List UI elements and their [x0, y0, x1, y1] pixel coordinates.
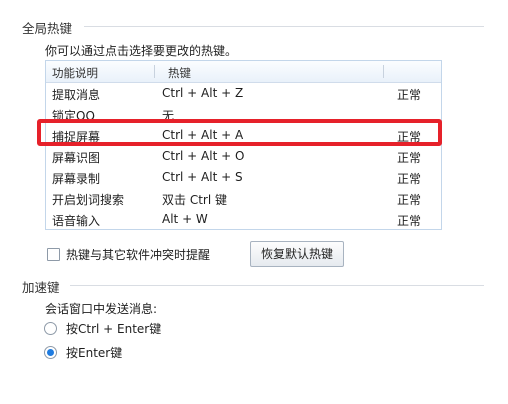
- row-hotkey: 双击 Ctrl 键: [162, 193, 227, 207]
- row-function: 语音输入: [52, 214, 101, 228]
- hotkeys-section-title: 全局热键: [22, 21, 73, 36]
- row-status: 正常: [397, 151, 422, 165]
- row-hotkey: Ctrl + Alt + Z: [162, 86, 244, 100]
- row-status: 正常: [397, 88, 422, 102]
- row-status: 正常: [397, 214, 422, 228]
- row-hotkey: Ctrl + Alt + O: [162, 149, 245, 163]
- hotkeys-intro-text: 你可以通过点击选择要更改的热键。: [45, 44, 238, 58]
- column-separator[interactable]: [383, 65, 384, 78]
- hotkeys-section-divider: [84, 26, 484, 27]
- send-message-label: 会话窗口中发送消息:: [45, 302, 158, 316]
- table-row[interactable]: 提取消息 Ctrl + Alt + Z 正常: [46, 83, 441, 104]
- row-status: 正常: [397, 172, 422, 186]
- accelerator-section-divider: [70, 285, 484, 286]
- restore-default-hotkeys-button[interactable]: 恢复默认热键: [250, 241, 344, 267]
- column-header-hotkey[interactable]: 热键: [168, 65, 191, 81]
- row-function: 屏幕识图: [52, 151, 101, 165]
- table-header: 功能说明 热键: [46, 61, 441, 83]
- row-hotkey: Alt + W: [162, 212, 208, 226]
- table-row[interactable]: 屏幕识图 Ctrl + Alt + O 正常: [46, 146, 441, 167]
- table-row[interactable]: 开启划词搜索 双击 Ctrl 键 正常: [46, 188, 441, 209]
- column-separator[interactable]: [154, 65, 155, 78]
- highlight-annotation-box: [37, 119, 442, 146]
- conflict-alert-label[interactable]: 热键与其它软件冲突时提醒: [66, 246, 210, 263]
- row-function: 屏幕录制: [52, 172, 101, 186]
- table-row[interactable]: 屏幕录制 Ctrl + Alt + S 正常: [46, 167, 441, 188]
- accelerator-section-title: 加速键: [22, 280, 60, 295]
- ctrl-enter-option-label[interactable]: 按Ctrl + Enter键: [66, 320, 161, 337]
- ctrl-enter-radio[interactable]: [44, 322, 57, 335]
- row-function: 开启划词搜索: [52, 193, 125, 207]
- row-hotkey: Ctrl + Alt + S: [162, 170, 243, 184]
- row-function: 提取消息: [52, 88, 101, 102]
- conflict-alert-checkbox[interactable]: [47, 248, 60, 261]
- row-status: 正常: [397, 193, 422, 207]
- table-row[interactable]: 语音输入 Alt + W 正常: [46, 209, 441, 229]
- enter-option-label[interactable]: 按Enter键: [66, 344, 122, 361]
- column-header-function[interactable]: 功能说明: [52, 65, 98, 81]
- enter-radio[interactable]: [44, 346, 57, 359]
